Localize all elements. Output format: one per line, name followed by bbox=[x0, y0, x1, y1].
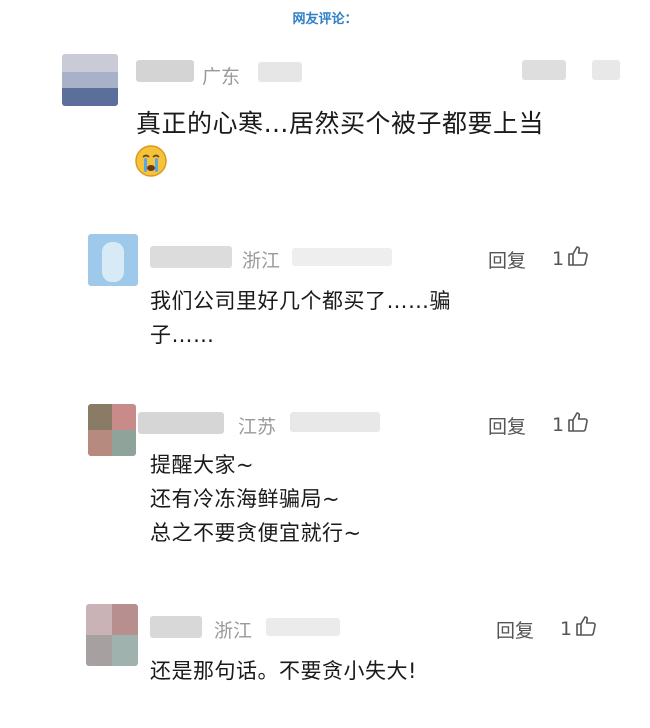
like-count: 1 bbox=[552, 247, 565, 270]
time-blurred bbox=[292, 248, 392, 266]
username-blurred[interactable] bbox=[136, 60, 194, 82]
avatar[interactable] bbox=[62, 54, 118, 106]
username-blurred[interactable] bbox=[138, 412, 224, 434]
like-count: 1 bbox=[560, 617, 573, 640]
username-blurred[interactable] bbox=[150, 246, 232, 268]
time-blurred bbox=[258, 62, 302, 82]
like-count: 1 bbox=[552, 413, 565, 436]
time-blurred bbox=[290, 412, 380, 432]
comment-card: 广东 真正的心寒…居然买个被子都要上当 bbox=[52, 38, 632, 210]
avatar[interactable] bbox=[86, 604, 138, 666]
reply-button[interactable]: 回复 bbox=[488, 412, 526, 439]
reply-text-line: 还有冷冻海鲜骗局~ bbox=[150, 487, 341, 511]
crying-face-icon bbox=[134, 144, 168, 178]
thumbs-up-icon bbox=[566, 244, 590, 273]
reply-button[interactable]: 回复 bbox=[496, 616, 534, 643]
page-heading: 网友评论： bbox=[292, 12, 358, 27]
meta-blurred bbox=[522, 60, 566, 80]
reply-text-line: 子…… bbox=[150, 323, 215, 347]
meta-blurred bbox=[592, 60, 620, 80]
reply-card: 浙江 回复 1 还是那句话。不要贪小失大! bbox=[76, 592, 636, 704]
location-label: 广东 bbox=[202, 66, 241, 88]
avatar[interactable] bbox=[88, 404, 136, 456]
like-button[interactable]: 1 bbox=[560, 614, 598, 643]
location-label: 江苏 bbox=[238, 416, 277, 438]
reply-card: 江苏 回复 1 提醒大家~ 还有冷冻海鲜骗局~ 总之不要贪便宜就行~ bbox=[76, 390, 636, 570]
time-blurred bbox=[266, 618, 340, 636]
username-blurred[interactable] bbox=[150, 616, 202, 638]
like-button[interactable]: 1 bbox=[552, 410, 590, 439]
reply-text-line: 总之不要贪便宜就行~ bbox=[150, 521, 362, 545]
like-button[interactable]: 1 bbox=[552, 244, 590, 273]
reply-text-line: 提醒大家~ bbox=[150, 453, 255, 477]
reply-button[interactable]: 回复 bbox=[488, 246, 526, 273]
thumbs-up-icon bbox=[566, 410, 590, 439]
reply-card: 浙江 回复 1 我们公司里好几个都买了……骗 子…… bbox=[76, 222, 636, 370]
location-label: 浙江 bbox=[214, 620, 253, 642]
reply-text-line: 还是那句话。不要贪小失大! bbox=[150, 659, 417, 683]
comment-text: 真正的心寒…居然买个被子都要上当 bbox=[136, 109, 545, 138]
avatar[interactable] bbox=[88, 234, 138, 286]
location-label: 浙江 bbox=[242, 250, 281, 272]
reply-text-line: 我们公司里好几个都买了……骗 bbox=[150, 289, 451, 313]
thumbs-up-icon bbox=[574, 614, 598, 643]
